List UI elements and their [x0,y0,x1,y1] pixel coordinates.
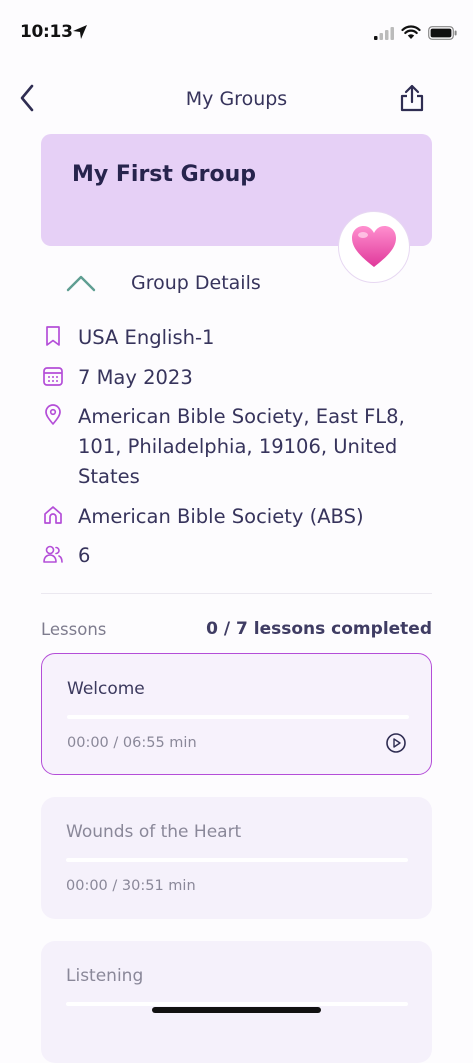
bookmark-icon [46,326,60,346]
cellular-signal-icon [374,27,394,40]
lesson-title: Wounds of the Heart [66,822,242,842]
share-button[interactable] [394,78,430,118]
status-time: 10:13 [20,22,73,42]
lesson-progress-bar [66,1002,408,1006]
group-organization: American Bible Society (ABS) [78,505,364,528]
lesson-progress-bar [67,715,409,719]
play-icon[interactable] [385,732,407,754]
group-details-label: Group Details [131,272,261,294]
lesson-time: 00:00 / 06:55 min [67,735,197,751]
status-bar: 10:13 [0,0,473,60]
lesson-time: 00:00 / 30:51 min [66,878,196,894]
group-language: USA English-1 [78,326,215,349]
group-name: My First Group [72,162,257,187]
group-members-count: 6 [78,544,91,567]
home-icon [44,506,62,524]
share-icon [400,84,424,112]
location-arrow-icon [73,25,87,39]
users-icon [43,545,63,563]
lesson-title: Welcome [67,679,145,699]
group-avatar [338,211,410,283]
group-details-toggle[interactable]: Group Details [60,266,320,302]
battery-icon [428,26,457,40]
nav-bar: My Groups [0,74,473,124]
lesson-title: Listening [66,966,144,986]
lessons-label: Lessons [41,620,107,639]
group-address: American Bible Society, East FL8, 101, P… [78,405,405,488]
lesson-progress-bar [66,858,408,862]
lessons-progress: 0 / 7 lessons completed [206,619,432,639]
lesson-card[interactable]: Wounds of the Heart 00:00 / 30:51 min [41,797,432,919]
wifi-icon [401,25,421,39]
group-date: 7 May 2023 [78,366,193,389]
calendar-icon [43,367,63,386]
location-pin-icon [45,404,61,425]
heart-icon [352,226,396,267]
chevron-up-icon [66,275,96,292]
lesson-card[interactable]: Listening [41,941,432,1063]
divider [41,593,432,594]
home-indicator [152,1007,321,1013]
lesson-card[interactable]: Welcome 00:00 / 06:55 min [41,653,432,775]
